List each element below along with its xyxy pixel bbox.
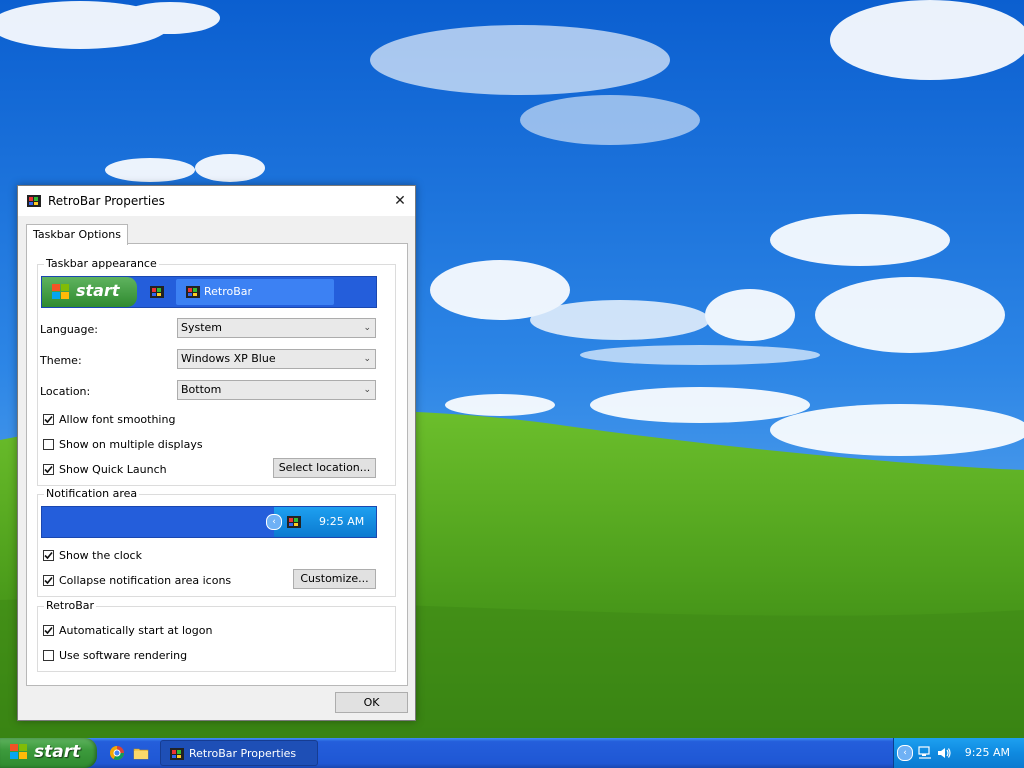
- chevron-left-icon: ‹: [266, 514, 282, 530]
- dialog-title: RetroBar Properties: [48, 194, 165, 208]
- language-value: System: [181, 321, 223, 334]
- preview-clock: 9:25 AM: [319, 515, 365, 528]
- start-label: start: [34, 742, 81, 762]
- taskbar-preview: start RetroBar: [41, 276, 377, 308]
- taskbar-clock[interactable]: 9:25 AM: [965, 746, 1010, 759]
- theme-select[interactable]: Windows XP Blue ⌄: [177, 349, 376, 369]
- retrobar-tray-icon: [287, 516, 301, 528]
- close-icon[interactable]: ✕: [385, 186, 415, 216]
- checkmark-icon: [44, 551, 53, 559]
- notification-tray: ‹ 9:25 AM: [893, 738, 1024, 768]
- checkbox-box[interactable]: [43, 649, 54, 661]
- checkbox-label: Show on multiple displays: [59, 437, 203, 451]
- tab-panel: Taskbar appearance start RetroBar Langua…: [26, 243, 408, 686]
- preview-task-button: RetroBar: [176, 279, 334, 305]
- checkbox-box[interactable]: [43, 438, 54, 450]
- show-quick-launch-checkbox[interactable]: Show Quick Launch: [43, 462, 167, 476]
- preview-start-label: start: [76, 281, 120, 300]
- checkmark-icon: [44, 465, 53, 473]
- customize-button[interactable]: Customize...: [293, 569, 376, 589]
- checkbox-label: Use software rendering: [59, 648, 188, 662]
- group-title: Taskbar appearance: [44, 257, 159, 271]
- folder-icon[interactable]: [133, 745, 149, 761]
- select-location-button[interactable]: Select location...: [273, 458, 376, 478]
- show-clock-checkbox[interactable]: Show the clock: [43, 548, 142, 562]
- theme-value: Windows XP Blue: [181, 352, 276, 365]
- checkbox-box[interactable]: [43, 549, 54, 561]
- checkmark-icon: [44, 576, 53, 584]
- checkbox-label: Show Quick Launch: [59, 462, 167, 476]
- chrome-icon[interactable]: [109, 745, 125, 761]
- notification-area-group: Notification area ‹ 9:25 AM Show the clo…: [37, 487, 396, 597]
- checkbox-label: Show the clock: [59, 548, 142, 562]
- windows-flag-icon: [10, 744, 27, 759]
- taskbar-button-retrobar-properties[interactable]: RetroBar Properties: [160, 740, 318, 766]
- chevron-down-icon: ⌄: [363, 354, 371, 364]
- theme-label: Theme:: [40, 354, 82, 367]
- taskbar-button-label: RetroBar Properties: [189, 747, 297, 760]
- chevron-down-icon: ⌄: [363, 385, 371, 395]
- properties-dialog: RetroBar Properties ✕ Taskbar Options Ta…: [17, 185, 416, 721]
- preview-start-button: start: [42, 277, 137, 307]
- location-label: Location:: [40, 385, 91, 398]
- checkbox-box[interactable]: [43, 574, 54, 586]
- allow-font-smoothing-checkbox[interactable]: Allow font smoothing: [43, 412, 175, 426]
- dialog-titlebar[interactable]: RetroBar Properties ✕: [18, 186, 415, 216]
- collapse-notification-icons-checkbox[interactable]: Collapse notification area icons: [43, 573, 231, 587]
- location-value: Bottom: [181, 383, 222, 396]
- auto-start-logon-checkbox[interactable]: Automatically start at logon: [43, 623, 212, 637]
- group-title: Notification area: [44, 487, 140, 501]
- volume-icon: [938, 748, 951, 758]
- show-multiple-displays-checkbox[interactable]: Show on multiple displays: [43, 437, 203, 451]
- preview-tray: ‹ 9:25 AM: [266, 507, 376, 537]
- taskbar-appearance-group: Taskbar appearance start RetroBar Langua…: [37, 257, 396, 486]
- tab-taskbar-options[interactable]: Taskbar Options: [26, 224, 128, 245]
- preview-quicklaunch-icon: [149, 284, 165, 303]
- notification-preview: ‹ 9:25 AM: [41, 506, 377, 538]
- retrobar-app-icon: [26, 193, 42, 209]
- checkmark-icon: [44, 626, 53, 634]
- checkmark-icon: [44, 415, 53, 423]
- checkbox-label: Automatically start at logon: [59, 623, 213, 637]
- language-select[interactable]: System ⌄: [177, 318, 376, 338]
- location-select[interactable]: Bottom ⌄: [177, 380, 376, 400]
- language-label: Language:: [40, 323, 98, 336]
- start-button[interactable]: start: [0, 738, 97, 768]
- preview-task-label: RetroBar: [204, 285, 253, 298]
- chevron-down-icon: ⌄: [363, 323, 371, 333]
- checkbox-box[interactable]: [43, 624, 54, 636]
- software-rendering-checkbox[interactable]: Use software rendering: [43, 648, 187, 662]
- chevron-left-icon[interactable]: ‹: [897, 745, 913, 761]
- retrobar-app-icon: [170, 748, 184, 760]
- ok-button[interactable]: OK: [335, 692, 408, 713]
- taskbar: start RetroBar Properties ‹ 9:25 AM: [0, 738, 1024, 768]
- group-title: RetroBar: [44, 599, 97, 613]
- checkbox-box[interactable]: [43, 463, 54, 475]
- checkbox-box[interactable]: [43, 413, 54, 425]
- network-icon: [918, 746, 931, 759]
- checkbox-label: Collapse notification area icons: [59, 573, 232, 587]
- retrobar-group: RetroBar Automatically start at logon Us…: [37, 599, 396, 672]
- checkbox-label: Allow font smoothing: [59, 412, 176, 426]
- windows-flag-icon: [52, 284, 69, 299]
